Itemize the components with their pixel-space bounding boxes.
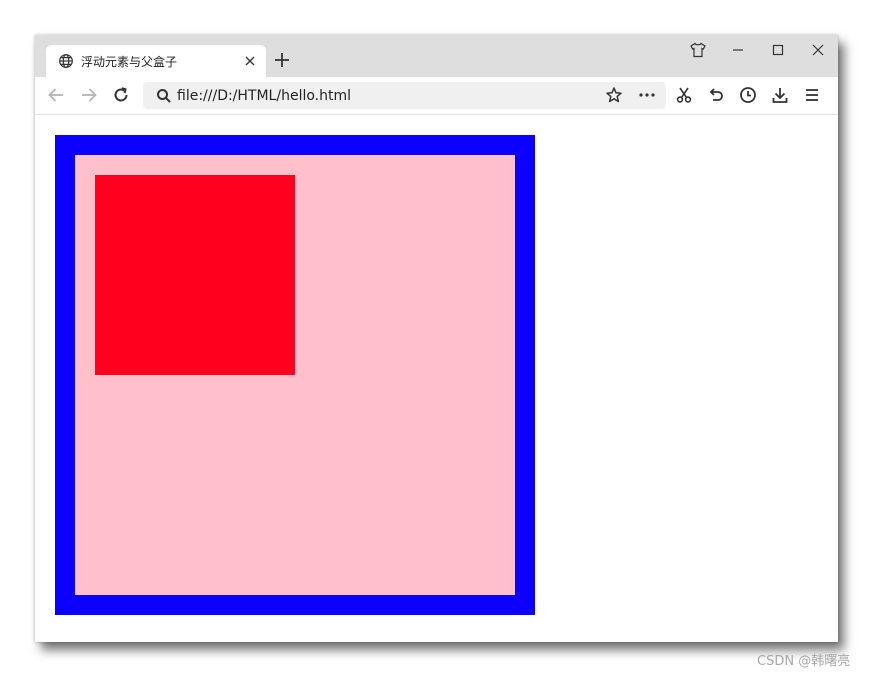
undo-icon[interactable] <box>706 85 726 105</box>
watermark: CSDN @韩曙亮 <box>757 654 851 669</box>
url-text[interactable]: file:///D:/HTML/hello.html <box>177 88 351 104</box>
back-arrow-icon[interactable] <box>46 85 66 105</box>
maximize-icon[interactable] <box>769 41 787 59</box>
address-bar[interactable]: file:///D:/HTML/hello.html <box>143 82 666 109</box>
close-icon[interactable] <box>243 54 257 68</box>
floated-child-box <box>95 175 295 375</box>
minimize-icon[interactable] <box>729 41 747 59</box>
more-icon[interactable] <box>637 86 657 104</box>
shirt-icon[interactable] <box>689 41 707 59</box>
menu-icon[interactable] <box>802 85 822 105</box>
title-bar: 浮动元素与父盒子 <box>35 35 838 77</box>
tab-title: 浮动元素与父盒子 <box>81 55 178 69</box>
download-icon[interactable] <box>770 85 790 105</box>
forward-arrow-icon[interactable] <box>79 85 99 105</box>
close-icon[interactable] <box>809 41 827 59</box>
reload-icon[interactable] <box>111 85 131 105</box>
globe-icon <box>58 53 74 69</box>
plus-icon[interactable] <box>273 51 291 69</box>
star-icon[interactable] <box>605 86 623 104</box>
scissors-icon[interactable] <box>674 85 694 105</box>
page-content <box>35 115 838 642</box>
nav-toolbar: file:///D:/HTML/hello.html <box>35 77 838 115</box>
parent-box <box>55 135 535 615</box>
clock-icon[interactable] <box>738 85 758 105</box>
tab-active[interactable]: 浮动元素与父盒子 <box>46 45 266 77</box>
search-icon <box>155 87 173 105</box>
browser-window: 浮动元素与父盒子 file:///D:/HTML/hello.html <box>35 35 838 642</box>
